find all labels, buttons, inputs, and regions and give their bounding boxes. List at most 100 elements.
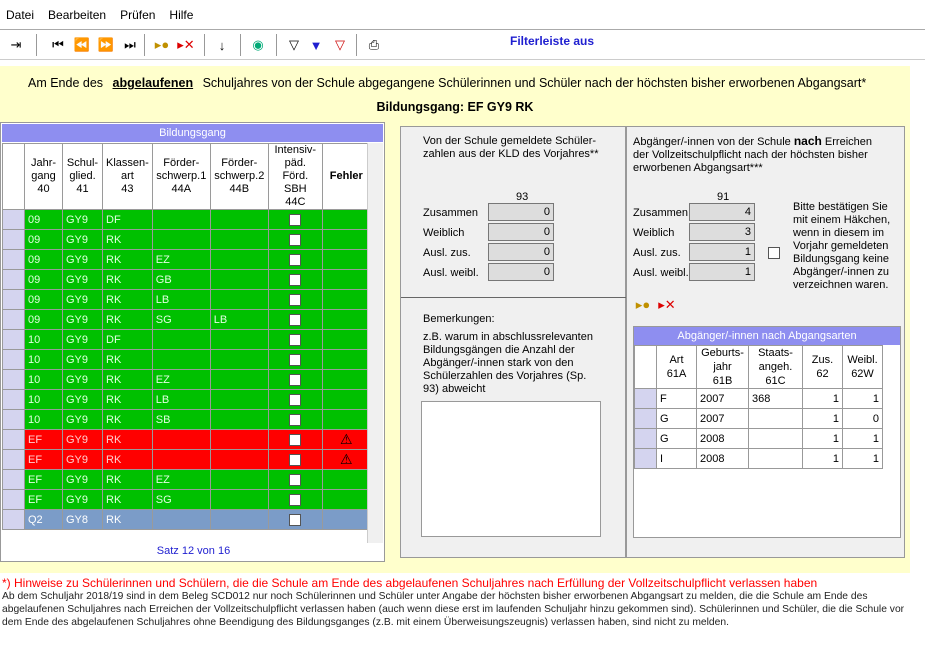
intensiv-checkbox[interactable]	[289, 453, 302, 466]
ag-cell[interactable]: G	[656, 428, 697, 449]
grid-cell[interactable]	[209, 329, 269, 350]
grid-cell[interactable]: RK	[102, 309, 153, 330]
ag-cell[interactable]: 1	[802, 448, 843, 469]
grid-cell[interactable]: RK	[102, 509, 153, 530]
ag-cell[interactable]: 1	[802, 408, 843, 429]
intensiv-checkbox-cell[interactable]	[267, 269, 323, 290]
table-row[interactable]: EF GY9 RK ⚠	[2, 449, 371, 470]
grid-cell[interactable]: RK	[102, 409, 153, 430]
ag-cell[interactable]	[748, 408, 803, 429]
delete-record-icon[interactable]: ▸✕	[176, 35, 196, 55]
ab-zusammen-field[interactable]: 4	[689, 203, 755, 221]
grid-cell[interactable]: GB	[151, 269, 211, 290]
globe-icon[interactable]: ◉	[248, 35, 268, 55]
intensiv-checkbox-cell[interactable]	[267, 389, 323, 410]
table-row[interactable]: 10 GY9 RK SB	[2, 409, 371, 430]
row-selector[interactable]	[2, 249, 25, 270]
intensiv-checkbox[interactable]	[289, 273, 302, 286]
grid-cell[interactable]	[209, 449, 269, 470]
intensiv-checkbox-cell[interactable]	[267, 289, 323, 310]
grid-cell[interactable]	[151, 229, 211, 250]
first-record-icon[interactable]: ⏮	[48, 35, 68, 55]
row-selector[interactable]	[634, 408, 657, 429]
row-selector[interactable]	[2, 329, 25, 350]
grid-cell[interactable]: 09	[24, 289, 63, 310]
last-record-icon[interactable]: ⏭	[120, 35, 140, 55]
grid-cell[interactable]: EF	[24, 469, 63, 490]
filter-apply-icon[interactable]: ▼	[306, 35, 326, 55]
grid-cell[interactable]: GY9	[62, 449, 103, 470]
ag-cell[interactable]	[748, 448, 803, 469]
ag-cell[interactable]: I	[656, 448, 697, 469]
grid-cell[interactable]	[151, 449, 211, 470]
table-row[interactable]: 09 GY9 RK EZ	[2, 249, 371, 270]
row-selector[interactable]	[2, 489, 25, 510]
row-selector[interactable]	[2, 229, 25, 250]
intensiv-checkbox[interactable]	[289, 233, 302, 246]
intensiv-checkbox-cell[interactable]	[267, 469, 323, 490]
ag-cell[interactable]: 2008	[696, 428, 749, 449]
intensiv-checkbox[interactable]	[289, 473, 302, 486]
table-row[interactable]: 10 GY9 RK LB	[2, 389, 371, 410]
intensiv-checkbox-cell[interactable]	[267, 329, 323, 350]
ag-cell[interactable]: G	[656, 408, 697, 429]
grid-cell[interactable]: 09	[24, 309, 63, 330]
grid-cell[interactable]: LB	[151, 289, 211, 310]
table-row[interactable]: 09 GY9 RK LB	[2, 289, 371, 310]
intensiv-checkbox-cell[interactable]	[267, 249, 323, 270]
ag-cell[interactable]: 1	[802, 428, 843, 449]
intensiv-checkbox-cell[interactable]	[267, 489, 323, 510]
vertical-scrollbar[interactable]	[367, 143, 383, 543]
grid-cell[interactable]: RK	[102, 449, 153, 470]
row-selector[interactable]	[634, 428, 657, 449]
ag-cell[interactable]: 368	[748, 388, 803, 409]
ag-cell[interactable]: 2008	[696, 448, 749, 469]
intensiv-checkbox[interactable]	[289, 293, 302, 306]
intensiv-checkbox[interactable]	[289, 413, 302, 426]
ag-cell[interactable]: 1	[842, 428, 883, 449]
grid-cell[interactable]: GY9	[62, 489, 103, 510]
intensiv-checkbox-cell[interactable]	[267, 309, 323, 330]
menu-bearbeiten[interactable]: Bearbeiten	[42, 8, 114, 22]
row-selector[interactable]	[634, 448, 657, 469]
intensiv-checkbox[interactable]	[289, 373, 302, 386]
menu-hilfe[interactable]: Hilfe	[163, 8, 201, 22]
ab-ausl-zus-field[interactable]: 1	[689, 243, 755, 261]
row-selector[interactable]	[2, 409, 25, 430]
row-selector[interactable]	[2, 349, 25, 370]
grid-cell[interactable]: RK	[102, 349, 153, 370]
grid-cell[interactable]: RK	[102, 229, 153, 250]
warning-icon[interactable]: ⚠	[340, 451, 353, 468]
table-row[interactable]: F 2007 368 1 1	[634, 388, 883, 409]
grid-cell[interactable]	[209, 509, 269, 530]
grid-cell[interactable]: GY9	[62, 469, 103, 490]
grid-cell[interactable]	[209, 249, 269, 270]
kld-ausl-zus-field[interactable]: 0	[488, 243, 554, 261]
grid-cell[interactable]: RK	[102, 469, 153, 490]
row-selector[interactable]	[2, 469, 25, 490]
grid-cell[interactable]: EF	[24, 489, 63, 510]
grid-cell[interactable]	[209, 369, 269, 390]
grid-cell[interactable]: 09	[24, 229, 63, 250]
intensiv-checkbox[interactable]	[289, 253, 302, 266]
table-row[interactable]: Q2 GY8 RK	[2, 509, 371, 530]
ag-cell[interactable]: F	[656, 388, 697, 409]
warning-icon[interactable]: ⚠	[340, 431, 353, 448]
table-row[interactable]: 09 GY9 RK GB	[2, 269, 371, 290]
grid-cell[interactable]	[151, 509, 211, 530]
row-selector[interactable]	[634, 388, 657, 409]
ag-cell[interactable]	[748, 428, 803, 449]
intensiv-checkbox-cell[interactable]	[267, 229, 323, 250]
grid-cell[interactable]: GY9	[62, 329, 103, 350]
grid-cell[interactable]	[151, 349, 211, 370]
grid-cell[interactable]: 09	[24, 269, 63, 290]
grid-cell[interactable]: GY9	[62, 409, 103, 430]
grid-cell[interactable]: DF	[102, 209, 153, 230]
new-leaver-icon[interactable]: ▸●	[633, 295, 653, 315]
grid-cell[interactable]: LB	[209, 309, 269, 330]
filter-toggle-label[interactable]: Filterleiste aus	[510, 34, 594, 48]
grid-cell[interactable]: 10	[24, 409, 63, 430]
ag-cell[interactable]: 1	[842, 388, 883, 409]
table-row[interactable]: EF GY9 RK ⚠	[2, 429, 371, 450]
intensiv-checkbox[interactable]	[289, 493, 302, 506]
